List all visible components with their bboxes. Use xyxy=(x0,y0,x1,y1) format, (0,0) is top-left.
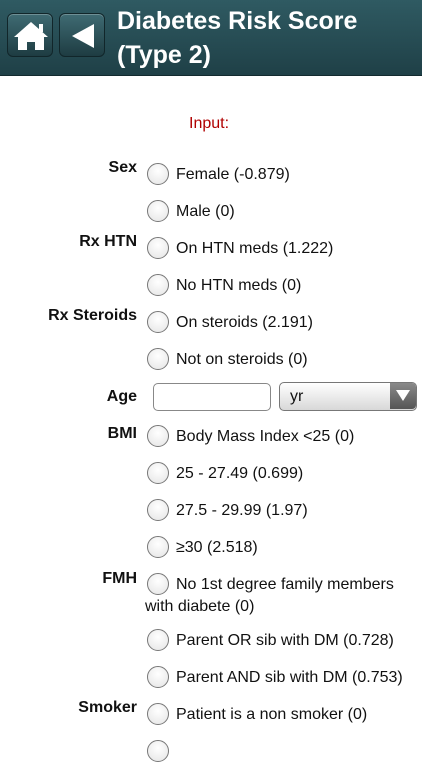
age-label: Age xyxy=(106,388,137,405)
option-label: On HTN meds (1.222) xyxy=(176,240,334,257)
fmh-option-parent-and-sib[interactable]: Parent AND sib with DM (0.753) xyxy=(147,666,417,692)
radio-button[interactable] xyxy=(147,462,169,484)
bmi-option-30-plus[interactable]: ≥30 (2.518) xyxy=(147,536,417,562)
bmi-option-under-25[interactable]: Body Mass Index <25 (0) xyxy=(147,425,417,451)
header-bar: Diabetes Risk Score (Type 2) xyxy=(0,0,422,76)
radio-button[interactable] xyxy=(147,425,169,447)
option-label: Parent AND sib with DM (0.753) xyxy=(176,669,403,686)
option-label: No HTN meds (0) xyxy=(176,277,302,294)
fmh-option-none[interactable]: No 1st degree family members xyxy=(147,573,417,599)
sex-option-male[interactable]: Male (0) xyxy=(147,200,417,226)
option-label: Not on steroids (0) xyxy=(176,351,308,368)
rx-htn-label: Rx HTN xyxy=(79,233,137,250)
sex-label: Sex xyxy=(108,159,137,176)
radio-button[interactable] xyxy=(147,703,169,725)
fmh-option-parent-or-sib[interactable]: Parent OR sib with DM (0.728) xyxy=(147,629,417,655)
option-label: Female (-0.879) xyxy=(176,166,290,183)
option-label: Patient is a non smoker (0) xyxy=(176,706,368,723)
dropdown-arrow xyxy=(390,383,416,409)
option-label-continued: with diabete (0) xyxy=(145,598,255,615)
bmi-option-25-27[interactable]: 25 - 27.49 (0.699) xyxy=(147,462,417,488)
option-label: Male (0) xyxy=(176,203,235,220)
input-heading: Input: xyxy=(189,115,230,132)
option-label: 25 - 27.49 (0.699) xyxy=(176,465,304,482)
option-label: No 1st degree family members xyxy=(176,576,394,593)
smoker-option-partial[interactable] xyxy=(147,740,417,766)
smoker-label: Smoker xyxy=(78,699,137,716)
rx-steroids-option-on[interactable]: On steroids (2.191) xyxy=(147,311,417,337)
option-label: On steroids (2.191) xyxy=(176,314,313,331)
home-button[interactable] xyxy=(7,13,53,57)
age-unit-value: yr xyxy=(290,388,304,405)
back-button[interactable] xyxy=(59,13,105,57)
radio-button[interactable] xyxy=(147,311,169,333)
radio-button[interactable] xyxy=(147,629,169,651)
age-input[interactable] xyxy=(153,383,271,411)
sex-option-female[interactable]: Female (-0.879) xyxy=(147,163,417,189)
smoker-option-non-smoker[interactable]: Patient is a non smoker (0) xyxy=(147,703,417,729)
radio-button[interactable] xyxy=(147,666,169,688)
option-label: ≥30 (2.518) xyxy=(176,539,258,556)
age-unit-select[interactable]: yr xyxy=(279,382,417,411)
fmh-label: FMH xyxy=(102,570,137,587)
rx-htn-option-none[interactable]: No HTN meds (0) xyxy=(147,274,417,300)
chevron-down-icon xyxy=(396,390,410,401)
option-label: Parent OR sib with DM (0.728) xyxy=(176,632,394,649)
radio-button[interactable] xyxy=(147,573,169,595)
radio-button[interactable] xyxy=(147,740,169,762)
back-arrow-icon xyxy=(72,24,94,48)
rx-htn-option-on[interactable]: On HTN meds (1.222) xyxy=(147,237,417,263)
rx-steroids-label: Rx Steroids xyxy=(48,307,137,324)
radio-button[interactable] xyxy=(147,237,169,259)
bmi-option-27-30[interactable]: 27.5 - 29.99 (1.97) xyxy=(147,499,417,525)
bmi-label: BMI xyxy=(107,425,137,442)
radio-button[interactable] xyxy=(147,163,169,185)
home-icon xyxy=(14,22,48,50)
radio-button[interactable] xyxy=(147,536,169,558)
rx-steroids-option-none[interactable]: Not on steroids (0) xyxy=(147,348,417,374)
page-title: Diabetes Risk Score (Type 2) xyxy=(117,7,358,69)
radio-button[interactable] xyxy=(147,348,169,370)
option-label: Body Mass Index <25 (0) xyxy=(176,428,355,445)
radio-button[interactable] xyxy=(147,274,169,296)
radio-button[interactable] xyxy=(147,499,169,521)
option-label: 27.5 - 29.99 (1.97) xyxy=(176,502,308,519)
radio-button[interactable] xyxy=(147,200,169,222)
